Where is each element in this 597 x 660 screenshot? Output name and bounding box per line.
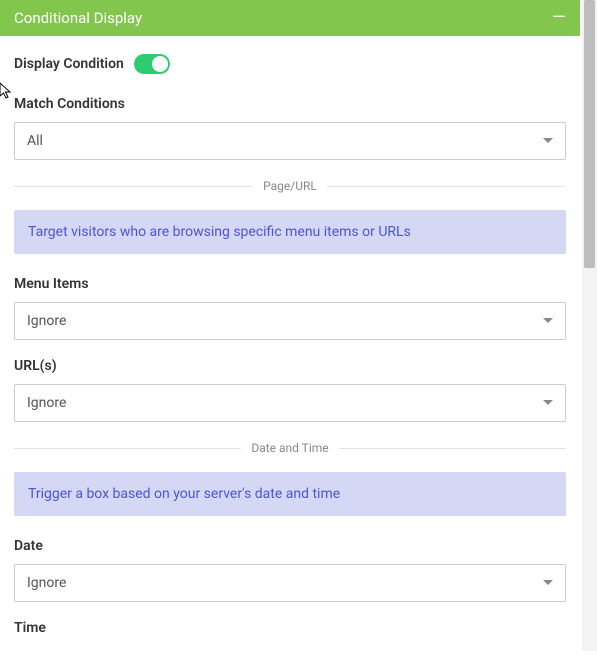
date-time-info: Trigger a box based on your server's dat… — [14, 472, 566, 516]
menu-items-label: Menu Items — [14, 276, 566, 292]
page-url-info: Target visitors who are browsing specifi… — [14, 210, 566, 254]
urls-label: URL(s) — [14, 358, 566, 374]
match-conditions-select[interactable]: All — [14, 122, 566, 160]
display-condition-toggle[interactable] — [134, 54, 170, 74]
menu-items-select[interactable]: Ignore — [14, 302, 566, 340]
match-conditions-label: Match Conditions — [14, 96, 566, 112]
date-select[interactable]: Ignore — [14, 564, 566, 602]
panel-title: Conditional Display — [14, 9, 142, 27]
date-value: Ignore — [27, 575, 66, 591]
chevron-down-icon — [543, 138, 553, 144]
scrollbar-thumb[interactable] — [584, 0, 595, 268]
chevron-down-icon — [543, 400, 553, 406]
urls-select[interactable]: Ignore — [14, 384, 566, 422]
time-label: Time — [14, 620, 566, 636]
display-condition-label: Display Condition — [14, 56, 124, 72]
page-url-divider-label: Page/URL — [253, 179, 327, 193]
chevron-down-icon — [543, 318, 553, 324]
panel-body: Display Condition Match Conditions All P… — [0, 36, 580, 660]
date-label: Date — [14, 538, 566, 554]
date-time-divider-label: Date and Time — [241, 441, 338, 455]
chevron-down-icon — [543, 580, 553, 586]
panel-header: Conditional Display — — [0, 0, 580, 36]
conditional-display-panel: Conditional Display — Display Condition … — [0, 0, 580, 651]
display-condition-row: Display Condition — [14, 54, 566, 74]
match-conditions-value: All — [27, 133, 43, 149]
scrollbar-track[interactable] — [582, 0, 597, 651]
date-time-divider: Date and Time — [14, 440, 566, 456]
toggle-knob — [152, 56, 168, 72]
menu-items-value: Ignore — [27, 313, 66, 329]
urls-value: Ignore — [27, 395, 66, 411]
page-url-divider: Page/URL — [14, 178, 566, 194]
